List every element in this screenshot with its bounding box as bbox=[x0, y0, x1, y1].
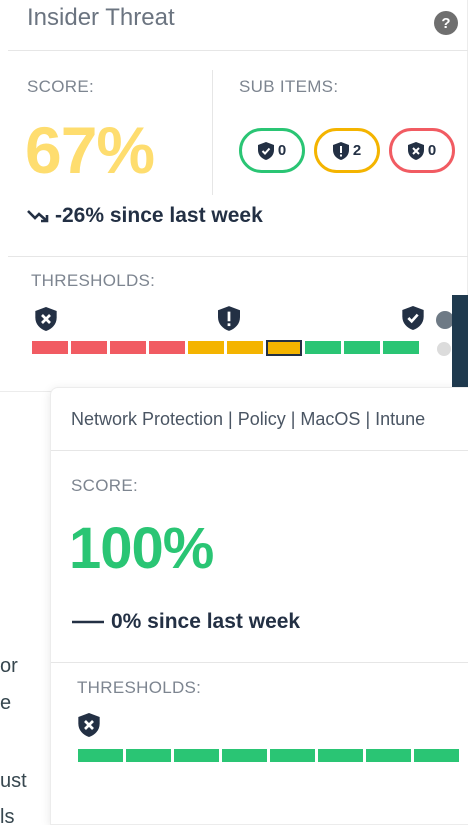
threshold-segment-green bbox=[366, 749, 411, 762]
card-title: Network Protection | Policy | MacOS | In… bbox=[71, 409, 426, 429]
threshold-segment-yellow bbox=[227, 341, 263, 354]
shield-check-icon bbox=[257, 141, 274, 160]
threshold-segment-red bbox=[71, 341, 107, 354]
threshold-segment-green bbox=[383, 341, 419, 354]
sub-item-count: 0 bbox=[277, 142, 287, 159]
sub-item-pass-pill[interactable]: 0 bbox=[239, 128, 305, 173]
trend-flat-icon bbox=[72, 620, 104, 624]
threshold-segment-green bbox=[126, 749, 171, 762]
threshold-segment-red bbox=[32, 341, 68, 354]
shield-alert-icon bbox=[218, 306, 240, 331]
sub-item-count: 2 bbox=[352, 142, 362, 159]
insider-threat-card: Insider Threat ? SCORE: 67% SUB ITEMS: 0… bbox=[0, 0, 468, 392]
divider bbox=[212, 70, 213, 195]
threshold-segment-green bbox=[318, 749, 363, 762]
threshold-segment-green bbox=[414, 749, 459, 762]
divider bbox=[8, 256, 468, 257]
background-text-line: ls bbox=[0, 806, 15, 825]
card-title: Insider Threat bbox=[27, 4, 175, 31]
thresholds-label: THRESHOLDS: bbox=[77, 678, 202, 697]
sub-items-label: SUB ITEMS: bbox=[239, 77, 339, 96]
threshold-bar bbox=[32, 339, 419, 356]
divider bbox=[51, 450, 468, 451]
trend-text: -26% since last week bbox=[55, 204, 263, 227]
trend-text: 0% since last week bbox=[111, 610, 301, 633]
threshold-segment-current bbox=[266, 339, 302, 356]
shield-alert-icon bbox=[332, 141, 349, 160]
weekly-trend: 0% since last week bbox=[71, 610, 300, 634]
trend-down-icon bbox=[27, 210, 49, 223]
shield-x-icon bbox=[407, 141, 424, 160]
thresholds-label: THRESHOLDS: bbox=[31, 271, 156, 290]
background-text-line: e bbox=[0, 692, 12, 714]
score-value: 67% bbox=[25, 113, 155, 187]
threshold-segment-red bbox=[149, 341, 185, 354]
weekly-trend: -26% since last week bbox=[27, 204, 263, 228]
threshold-segment-green bbox=[270, 749, 315, 762]
score-label: SCORE: bbox=[27, 77, 94, 96]
score-value: 100% bbox=[69, 516, 214, 581]
help-icon[interactable]: ? bbox=[434, 11, 458, 35]
divider bbox=[8, 50, 468, 51]
background-text-line: ust bbox=[0, 770, 27, 792]
threshold-segment-green bbox=[174, 749, 219, 762]
threshold-segment-green bbox=[344, 341, 380, 354]
score-label: SCORE: bbox=[71, 476, 138, 495]
shield-x-icon bbox=[78, 713, 100, 737]
shield-check-icon bbox=[402, 306, 424, 330]
threshold-bar bbox=[78, 749, 459, 762]
network-protection-card: Network Protection | Policy | MacOS | In… bbox=[50, 387, 468, 825]
background-text-line: or bbox=[0, 655, 18, 677]
sub-item-count: 0 bbox=[427, 142, 437, 159]
threshold-segment-green bbox=[78, 749, 123, 762]
scroll-indicator-dot[interactable] bbox=[437, 342, 451, 356]
threshold-segment-green bbox=[222, 749, 267, 762]
threshold-segment-red bbox=[110, 341, 146, 354]
shield-x-icon bbox=[35, 307, 57, 331]
sub-item-fail-pill[interactable]: 0 bbox=[389, 128, 455, 173]
threshold-segment-green bbox=[305, 341, 341, 354]
threshold-segment-yellow bbox=[188, 341, 224, 354]
sub-item-warning-pill[interactable]: 2 bbox=[314, 128, 380, 173]
divider bbox=[51, 662, 468, 663]
